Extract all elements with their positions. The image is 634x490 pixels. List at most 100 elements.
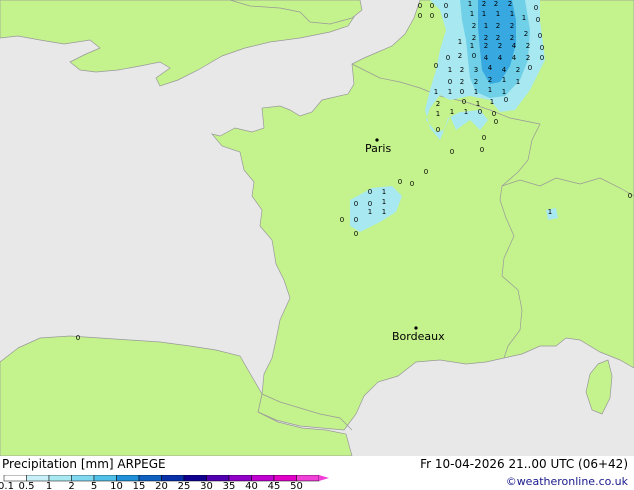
svg-text:0: 0 (494, 118, 498, 126)
svg-text:2: 2 (472, 34, 476, 42)
svg-text:2: 2 (526, 42, 530, 50)
svg-text:1: 1 (548, 208, 552, 216)
svg-text:0: 0 (478, 108, 482, 116)
svg-text:1: 1 (516, 78, 520, 86)
map-footer: Precipitation [mm] ARPEGE Fr 10-04-2026 … (0, 456, 634, 490)
svg-text:2: 2 (516, 66, 520, 74)
svg-text:0: 0 (480, 146, 484, 154)
svg-text:1: 1 (484, 22, 488, 30)
svg-text:0: 0 (472, 52, 476, 60)
svg-text:0: 0 (444, 2, 448, 10)
legend-label: 40 (245, 481, 258, 490)
precipitation-map[interactable]: 000 1222 000 1 1 1 10 2 1 2 21 0 222220 1122420… (0, 0, 634, 456)
svg-text:0: 0 (410, 180, 414, 188)
city-label-paris: Paris (365, 142, 391, 155)
svg-text:1: 1 (448, 66, 452, 74)
svg-text:2: 2 (496, 22, 500, 30)
svg-text:0: 0 (368, 188, 372, 196)
svg-text:2: 2 (510, 22, 514, 30)
svg-text:0: 0 (504, 96, 508, 104)
legend-arrow-icon (319, 475, 329, 481)
legend-label: 5 (91, 481, 97, 490)
precipitation-legend: 0.1 0.5 1 2 5 10 15 20 25 30 35 40 45 50 (0, 475, 329, 490)
svg-text:1: 1 (470, 42, 474, 50)
svg-text:0: 0 (418, 12, 422, 20)
legend-label: 25 (178, 481, 191, 490)
weather-map-view: 000 1222 000 11110 212210 222220 1122420… (0, 0, 634, 490)
svg-text:2: 2 (436, 100, 440, 108)
svg-text:2: 2 (472, 22, 476, 30)
svg-text:2: 2 (496, 34, 500, 42)
svg-text:2: 2 (498, 42, 502, 50)
svg-text:1: 1 (522, 14, 526, 22)
svg-text:4: 4 (498, 54, 503, 62)
svg-text:4: 4 (512, 54, 517, 62)
svg-text:0: 0 (398, 178, 402, 186)
svg-text:1: 1 (458, 38, 462, 46)
legend-label: 0.1 (0, 481, 14, 490)
svg-text:3: 3 (474, 66, 478, 74)
svg-text:1: 1 (490, 98, 494, 106)
map-title: Precipitation [mm] ARPEGE (2, 457, 166, 471)
svg-text:0: 0 (536, 16, 540, 24)
svg-text:4: 4 (512, 42, 517, 50)
svg-text:1: 1 (382, 188, 386, 196)
svg-text:1: 1 (502, 76, 506, 84)
legend-label: 45 (268, 481, 281, 490)
svg-text:1: 1 (474, 88, 478, 96)
svg-text:1: 1 (510, 10, 514, 18)
svg-text:2: 2 (526, 54, 530, 62)
svg-text:1: 1 (464, 108, 468, 116)
legend-label: 15 (133, 481, 146, 490)
svg-text:0: 0 (492, 110, 496, 118)
svg-text:1: 1 (468, 0, 472, 8)
legend-label: 2 (68, 481, 74, 490)
svg-text:1: 1 (470, 10, 474, 18)
forecast-datetime: Fr 10-04-2026 21..00 UTC (06+42) (420, 457, 628, 471)
svg-text:0: 0 (354, 200, 358, 208)
svg-text:1: 1 (436, 110, 440, 118)
svg-text:1: 1 (476, 100, 480, 108)
svg-text:4: 4 (488, 64, 493, 72)
svg-text:0: 0 (444, 12, 448, 20)
svg-text:1: 1 (448, 88, 452, 96)
svg-text:2: 2 (458, 52, 462, 60)
credit-text[interactable]: ©weatheronline.co.uk (506, 475, 628, 488)
svg-text:0: 0 (418, 2, 422, 10)
svg-text:0: 0 (436, 126, 440, 134)
svg-text:0: 0 (538, 32, 542, 40)
svg-text:0: 0 (540, 54, 544, 62)
svg-text:2: 2 (482, 0, 486, 8)
svg-text:1: 1 (496, 10, 500, 18)
legend-label: 50 (290, 481, 303, 490)
svg-text:0: 0 (482, 134, 486, 142)
svg-text:0: 0 (76, 334, 80, 342)
legend-label: 10 (110, 481, 123, 490)
svg-text:0: 0 (528, 64, 532, 72)
svg-text:1: 1 (382, 208, 386, 216)
svg-text:0: 0 (424, 168, 428, 176)
svg-text:2: 2 (474, 78, 478, 86)
legend-label: 0.5 (19, 481, 35, 490)
svg-text:2: 2 (510, 34, 514, 42)
legend-label: 30 (200, 481, 213, 490)
svg-text:0: 0 (434, 62, 438, 70)
svg-text:2: 2 (484, 34, 488, 42)
svg-text:2: 2 (488, 76, 492, 84)
legend-label: 20 (155, 481, 168, 490)
svg-text:0: 0 (340, 216, 344, 224)
svg-text:0: 0 (430, 2, 434, 10)
svg-text:1: 1 (482, 10, 486, 18)
svg-text:0: 0 (448, 78, 452, 86)
svg-text:0: 0 (462, 98, 466, 106)
city-label-bordeaux: Bordeaux (392, 330, 445, 343)
svg-text:0: 0 (628, 192, 632, 200)
svg-text:0: 0 (430, 12, 434, 20)
svg-text:1: 1 (368, 208, 372, 216)
svg-text:0: 0 (354, 230, 358, 238)
svg-text:2: 2 (494, 0, 498, 8)
svg-text:1: 1 (450, 108, 454, 116)
svg-text:0: 0 (354, 216, 358, 224)
svg-text:0: 0 (534, 4, 538, 12)
svg-text:1: 1 (434, 88, 438, 96)
